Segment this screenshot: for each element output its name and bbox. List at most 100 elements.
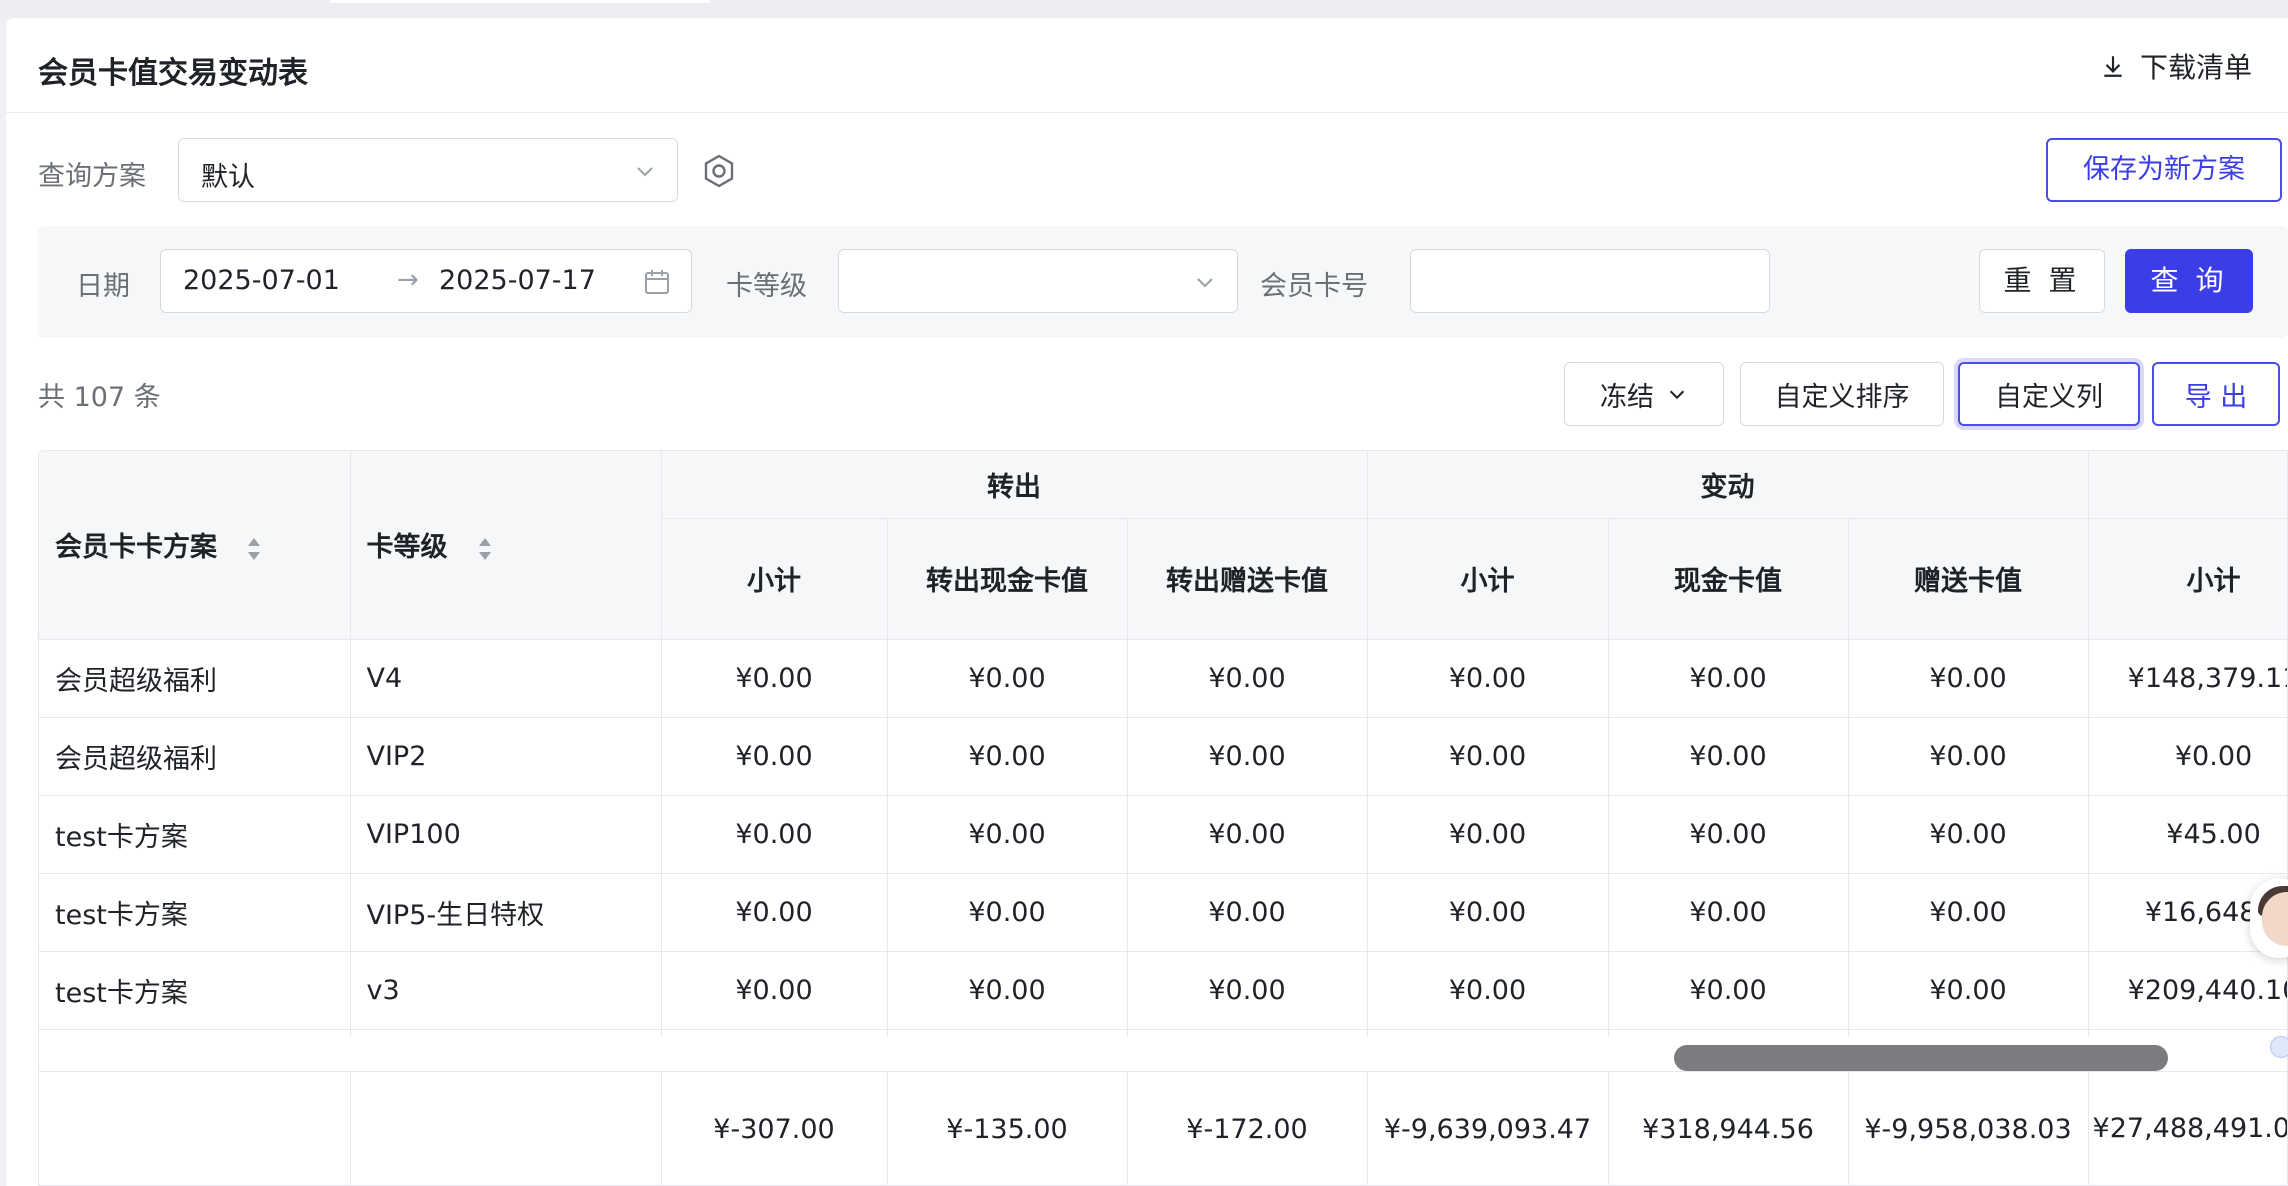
cell-value: ¥0.00 [661,873,888,952]
total-cell: ¥-307.00 [661,1071,888,1185]
cell-value: ¥45.00 [2088,795,2287,874]
horizontal-scrollbar-track [39,1037,2287,1072]
query-scheme-select[interactable]: 默认 [178,138,678,202]
card-level-select[interactable] [838,249,1238,313]
floating-bubble-icon[interactable] [2270,1036,2288,1058]
cell-value: ¥0.00 [2088,717,2287,796]
cell-value: ¥0.00 [1127,873,1368,952]
table-row[interactable]: test卡方案 VIP100 ¥0.00 ¥0.00 ¥0.00 ¥0.00 ¥… [39,795,2287,874]
col-header-out-subtotal: 小计 [661,518,888,640]
cell-card-scheme: test卡方案 [39,795,351,874]
cell-value: ¥0.00 [661,717,888,796]
cell-value: ¥0.00 [661,795,888,874]
cell-card-level: V4 [350,639,662,718]
freeze-dropdown-button[interactable]: 冻结 [1564,362,1724,426]
cell-value: ¥0.00 [1367,639,1609,718]
total-cell: ¥-9,958,038.03 [1848,1071,2089,1185]
assistant-avatar-button[interactable] [2250,878,2288,958]
total-cell: ¥-9,639,093.47 [1367,1071,1609,1185]
date-label: 日期 [76,271,130,302]
total-cell [350,1071,662,1185]
group-header-transfer-out: 转出 [661,451,1368,519]
cell-value: ¥209,440.10 [2088,951,2287,1030]
save-new-scheme-button[interactable]: 保存为新方案 [2046,138,2282,202]
chevron-down-icon [1669,390,1685,400]
date-range-arrow: → [397,265,419,295]
cell-value: ¥0.00 [1848,873,2089,952]
reset-button[interactable]: 重 置 [1979,249,2105,313]
active-tab-indicator [330,0,710,3]
cell-value: ¥0.00 [887,951,1128,1030]
group-header-change: 变动 [1367,451,2089,519]
cell-value: ¥0.00 [1608,717,1849,796]
query-scheme-label: 查询方案 [38,161,146,192]
page-title: 会员卡值交易变动表 [38,56,308,91]
cell-card-scheme: 会员超级福利 [39,639,351,718]
table-row[interactable]: 会员超级福利 VIP2 ¥0.00 ¥0.00 ¥0.00 ¥0.00 ¥0.0… [39,717,2287,796]
custom-sort-button[interactable]: 自定义排序 [1740,362,1944,426]
table-row[interactable]: test卡方案 VIP5-生日特权 ¥0.00 ¥0.00 ¥0.00 ¥0.0… [39,873,2287,952]
chevron-down-icon [637,167,653,177]
cell-value: ¥0.00 [1848,639,2089,718]
sort-icon[interactable] [244,534,264,564]
cell-value: ¥0.00 [1127,795,1368,874]
col-header-out-gift: 转出赠送卡值 [1127,518,1368,640]
download-list-label: 下载清单 [2139,51,2252,84]
freeze-label: 冻结 [1600,381,1654,413]
cell-value: ¥0.00 [887,639,1128,718]
cell-value: ¥148,379.11 [2088,639,2287,718]
cell-value: ¥0.00 [1848,951,2089,1030]
query-scheme-value: 默认 [201,162,255,193]
date-start-value: 2025-07-01 [183,265,340,296]
cell-value: ¥0.00 [1608,873,1849,952]
cell-value: ¥0.00 [1367,717,1609,796]
total-cell: ¥318,944.56 [1608,1071,1849,1185]
col-header-label: 会员卡卡方案 [55,532,217,564]
col-header-card-scheme[interactable]: 会员卡卡方案 [39,451,351,640]
cell-value: ¥0.00 [1608,951,1849,1030]
cell-card-scheme: 会员超级福利 [39,717,351,796]
card-number-input[interactable] [1410,249,1770,313]
cell-card-level: VIP2 [350,717,662,796]
cell-value: ¥0.00 [1848,795,2089,874]
date-range-picker[interactable]: 2025-07-01 → 2025-07-17 [160,249,692,313]
cell-value: ¥0.00 [1127,717,1368,796]
date-end-value: 2025-07-17 [439,265,596,296]
cell-card-level: VIP100 [350,795,662,874]
filter-panel: 日期 2025-07-01 → 2025-07-17 卡等级 会员卡号 重 置 … [38,226,2288,338]
total-cell: ¥27,488,491.09.73 [2088,1071,2287,1185]
export-button[interactable]: 导 出 [2152,362,2280,426]
sort-icon[interactable] [475,534,495,564]
report-card: 会员卡值交易变动表 下载清单 查询方案 默认 保存为新方案 日期 2025-07… [6,18,2288,1186]
horizontal-scrollbar-thumb[interactable] [1674,1045,2168,1070]
col-header-next-subtotal: 小计 [2088,518,2287,640]
settings-hexagon-icon[interactable] [700,152,738,190]
col-header-card-level[interactable]: 卡等级 [350,451,662,640]
col-header-out-cash: 转出现金卡值 [887,518,1128,640]
chevron-down-icon [1197,278,1213,288]
total-cell: ¥-135.00 [887,1071,1128,1185]
cell-value: ¥0.00 [887,873,1128,952]
cell-value: ¥0.00 [1127,951,1368,1030]
custom-columns-button[interactable]: 自定义列 [1958,362,2140,426]
table-row[interactable]: test卡方案 v3 ¥0.00 ¥0.00 ¥0.00 ¥0.00 ¥0.00… [39,951,2287,1030]
top-strip [0,0,2288,18]
cell-value: ¥0.00 [1367,951,1609,1030]
cell-value: ¥0.00 [887,795,1128,874]
cell-value: ¥0.00 [1367,873,1609,952]
cell-value: ¥0.00 [661,951,888,1030]
download-icon [2104,56,2122,77]
col-header-change-cash: 现金卡值 [1608,518,1849,640]
cell-value: ¥0.00 [1367,795,1609,874]
cell-value: ¥0.00 [1608,639,1849,718]
cell-card-scheme: test卡方案 [39,951,351,1030]
cell-value: ¥0.00 [1608,795,1849,874]
download-list-button[interactable]: 下载清单 [2100,46,2252,86]
query-button[interactable]: 查 询 [2125,249,2253,313]
cell-value: ¥0.00 [661,639,888,718]
table-row[interactable]: 会员超级福利 V4 ¥0.00 ¥0.00 ¥0.00 ¥0.00 ¥0.00 … [39,639,2287,718]
col-header-change-gift: 赠送卡值 [1848,518,2089,640]
data-table: 会员卡卡方案 卡等级 转出 变动 小计 转出现金卡值 转出赠送卡值 小计 现金卡… [38,450,2288,1186]
cell-card-level: v3 [350,951,662,1030]
total-cell [39,1071,351,1185]
